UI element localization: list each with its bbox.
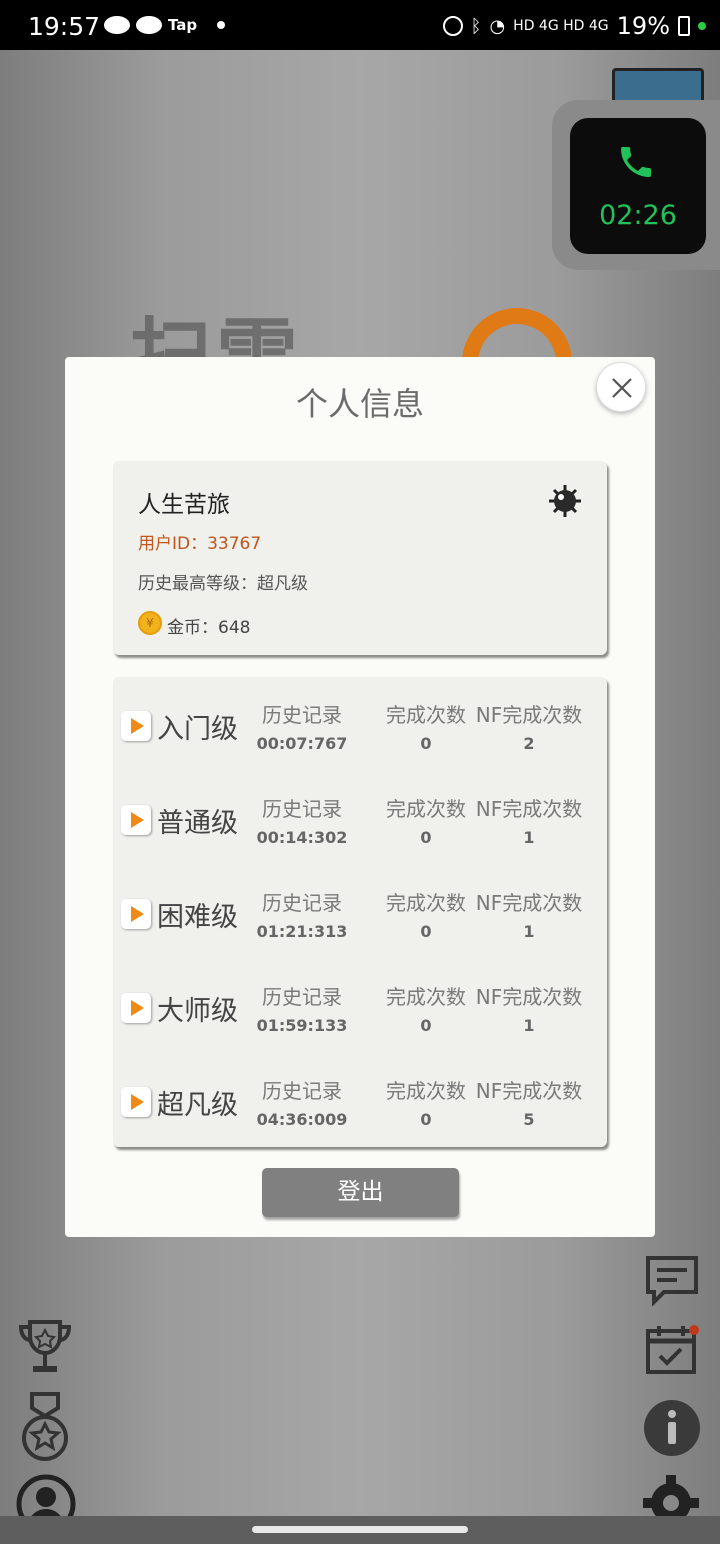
record-column: 历史记录 04:36:009 [249,1075,355,1129]
done-value: 0 [420,734,432,753]
level-name: 大师级 [157,996,238,1027]
wifi-icon: ◔ [489,15,506,37]
done-column: 完成次数 0 [377,793,475,847]
level-name: 普通级 [157,808,238,839]
play-icon[interactable] [121,993,151,1023]
user-id: 用户ID：33767 [138,534,262,554]
done-label: 完成次数 [386,797,466,821]
done-value: 0 [420,1016,432,1035]
status-time: 19:57 [28,12,101,41]
done-label: 完成次数 [386,1079,466,1103]
record-value: 01:59:133 [256,1016,348,1035]
record-column: 历史记录 01:59:133 [249,981,355,1035]
done-column: 完成次数 0 [377,1075,475,1129]
wechat-icon [136,16,162,34]
record-label: 历史记录 [262,1079,342,1103]
record-column: 历史记录 00:07:767 [249,699,355,753]
nf-column: NF完成次数 1 [473,887,585,941]
nf-column: NF完成次数 2 [473,699,585,753]
record-value: 00:07:767 [256,734,348,753]
phone-icon [621,147,651,177]
play-icon[interactable] [121,805,151,835]
status-system-icons: ᛒ ◔ HD 4G HD 4G 19% [442,12,706,40]
record-label: 历史记录 [262,891,342,915]
record-label: 历史记录 [262,797,342,821]
call-duration: 02:26 [599,200,677,231]
nf-label: NF完成次数 [475,1079,583,1103]
nf-value: 1 [523,1016,535,1035]
play-icon[interactable] [121,711,151,741]
modal-title: 个人信息 [295,385,424,423]
nf-value: 1 [523,828,535,847]
play-icon[interactable] [121,1087,151,1117]
level-row[interactable]: 普通级 历史记录 00:14:302 完成次数 0 NF完成次数 1 [113,771,607,865]
status-notifications: Tap [104,16,226,34]
close-icon [612,378,632,398]
medal-icon[interactable] [20,1392,70,1464]
level-row[interactable]: 困难级 历史记录 01:21:313 完成次数 0 NF完成次数 1 [113,865,607,959]
done-value: 0 [420,922,432,941]
more-notifications-dot [217,21,226,29]
logout-button[interactable]: 登出 [262,1168,459,1217]
privacy-indicator-dot [698,22,706,30]
record-value: 04:36:009 [256,1110,348,1129]
status-bar: 19:57 Tap ᛒ ◔ HD 4G HD 4G 19% [0,0,720,50]
nf-value: 2 [523,734,535,753]
done-column: 完成次数 0 [377,981,475,1035]
call-widget-inner[interactable] [570,118,706,254]
nf-value: 5 [523,1110,535,1129]
done-label: 完成次数 [386,703,466,727]
battery-icon [678,16,690,36]
nf-label: NF完成次数 [475,891,583,915]
level-row[interactable]: 入门级 历史记录 00:07:767 完成次数 0 NF完成次数 2 [113,677,607,771]
coin-icon: ¥ [138,611,162,635]
calendar-icon[interactable] [644,1324,700,1376]
nf-column: NF完成次数 1 [473,981,585,1035]
close-button[interactable] [596,362,646,412]
record-value: 00:14:302 [256,828,348,847]
wechat-icon [104,16,130,34]
record-label: 历史记录 [262,985,342,1009]
highest-level: 历史最高等级：超凡级 [138,574,308,594]
bluetooth-icon: ᛒ [470,15,482,37]
battery-percent: 19% [616,12,670,40]
done-label: 完成次数 [386,985,466,1009]
info-icon[interactable] [642,1398,702,1458]
home-gesture-bar[interactable] [252,1526,468,1533]
record-column: 历史记录 00:14:302 [249,793,355,847]
nf-column: NF完成次数 1 [473,793,585,847]
level-stats-card: 入门级 历史记录 00:07:767 完成次数 0 NF完成次数 2 普通级 历史记录… [113,677,607,1147]
mine-icon[interactable] [547,483,583,519]
level-name: 困难级 [157,902,238,933]
user-info-card: 人生苦旅 用户ID：33767 历史最高等级：超凡级 ¥ 金币：648 [113,461,607,655]
done-column: 完成次数 0 [377,699,475,753]
record-column: 历史记录 01:21:313 [249,887,355,941]
network-label: HD 4G HD 4G [513,18,609,34]
level-row[interactable]: 超凡级 历史记录 04:36:009 完成次数 0 NF完成次数 5 [113,1053,607,1147]
record-label: 历史记录 [262,703,342,727]
tap-app-label: Tap [168,16,198,34]
nf-value: 1 [523,922,535,941]
level-name: 超凡级 [157,1090,238,1121]
level-row[interactable]: 大师级 历史记录 01:59:133 完成次数 0 NF完成次数 1 [113,959,607,1053]
alarm-icon [442,16,463,36]
chat-icon[interactable] [644,1254,700,1306]
trophy-icon[interactable] [18,1318,72,1376]
nf-label: NF完成次数 [475,797,583,821]
record-value: 01:21:313 [256,922,348,941]
nf-label: NF完成次数 [475,985,583,1009]
profile-modal: 个人信息 人生苦旅 用户ID：33767 历史最高等级：超凡级 ¥ 金币：648… [65,357,655,1237]
nf-label: NF完成次数 [475,703,583,727]
coin-count: 金币：648 [167,618,251,638]
done-column: 完成次数 0 [377,887,475,941]
nf-column: NF完成次数 5 [473,1075,585,1129]
done-label: 完成次数 [386,891,466,915]
play-icon[interactable] [121,899,151,929]
level-name: 入门级 [157,714,238,745]
done-value: 0 [420,1110,432,1129]
user-name: 人生苦旅 [138,492,230,518]
done-value: 0 [420,828,432,847]
